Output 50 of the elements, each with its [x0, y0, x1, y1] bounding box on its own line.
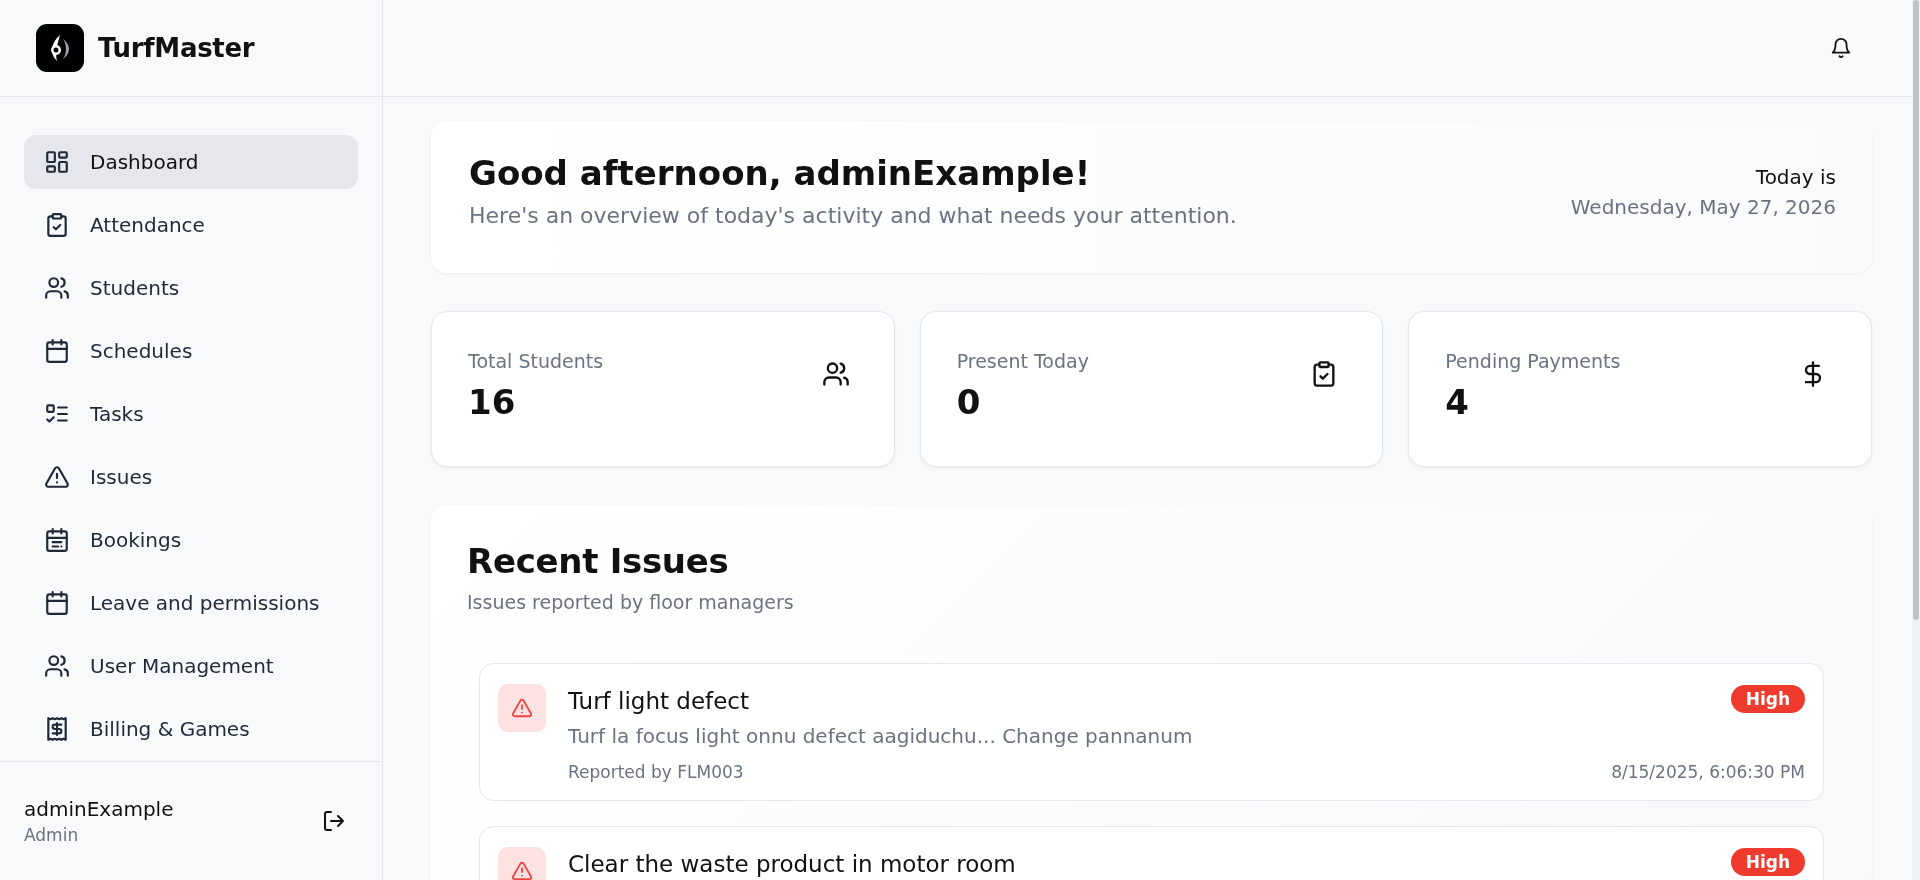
priority-badge: High — [1730, 685, 1805, 713]
stat-value: 0 — [956, 382, 982, 422]
logo-icon — [36, 24, 84, 72]
user-role: Admin — [24, 825, 80, 845]
warning-icon — [44, 464, 70, 490]
sidebar-item[interactable]: Dashboard — [24, 135, 358, 189]
sidebar-item[interactable]: Attendance — [24, 198, 358, 252]
section-title: Recent Issues — [467, 541, 730, 581]
grid-icon — [44, 149, 70, 175]
sidebar-item[interactable]: Issues — [24, 450, 358, 504]
priority-badge: High — [1730, 848, 1805, 876]
bell-icon[interactable] — [1830, 37, 1852, 59]
stat-label: Pending Payments — [1445, 350, 1621, 372]
calendar-icon — [44, 338, 70, 364]
clipboard-check-icon — [44, 212, 70, 238]
issue-time: 8/15/2025, 6:06:30 PM — [1611, 762, 1805, 782]
section-subtitle: Issues reported by floor managers — [467, 591, 795, 613]
issue-title: Turf light defect — [568, 687, 749, 714]
users-icon — [821, 360, 850, 388]
logout-icon[interactable] — [322, 809, 346, 833]
calendar-icon — [44, 590, 70, 616]
warning-icon — [511, 860, 533, 880]
current-date: Wednesday, May 27, 2026 — [1570, 195, 1836, 219]
sidebar-item[interactable]: Students — [24, 261, 358, 315]
sidebar-item[interactable]: Tasks — [24, 387, 358, 441]
sidebar-item[interactable]: User Management — [24, 639, 358, 693]
issue-description: Turf la focus light onnu defect aagiduchu... Change pannanum — [568, 724, 1194, 748]
sidebar-item[interactable]: Bookings — [24, 513, 358, 567]
stat-value: 4 — [1445, 382, 1470, 422]
sidebar-item[interactable]: Leave and permissions — [24, 576, 358, 630]
issue-card[interactable]: Clear the waste product in motor room High — [479, 826, 1824, 880]
issue-title: Clear the waste product in motor room — [568, 850, 1016, 877]
sidebar-item[interactable]: Billing & Games — [24, 702, 358, 756]
stat-label: Present Today — [956, 350, 1089, 372]
users-icon — [44, 653, 70, 679]
greeting-title: Good afternoon, adminExample! — [469, 153, 1092, 193]
app-name: TurfMaster — [98, 33, 255, 63]
calendar-list-icon — [44, 527, 70, 553]
greeting-subtitle: Here's an overview of today's activity and what needs your attention. — [469, 203, 1237, 228]
sidebar-item[interactable]: Schedules — [24, 324, 358, 378]
issue-reporter: Reported by FLM003 — [568, 762, 744, 782]
receipt-icon — [44, 716, 70, 742]
issue-card[interactable]: Turf light defect High Turf la focus light onnu defect aagiduchu... Change pannanum Reported by FLM003 8/15/2025, 6:06:30 PM — [479, 663, 1824, 801]
user-name: adminExample — [24, 797, 174, 821]
date-label: Today is — [1754, 165, 1836, 189]
stat-label: Total Students — [468, 350, 604, 372]
stat-value: 16 — [468, 382, 517, 422]
scrollbar-thumb[interactable] — [1913, 0, 1919, 620]
warning-icon — [511, 697, 533, 719]
users-icon — [44, 275, 70, 301]
